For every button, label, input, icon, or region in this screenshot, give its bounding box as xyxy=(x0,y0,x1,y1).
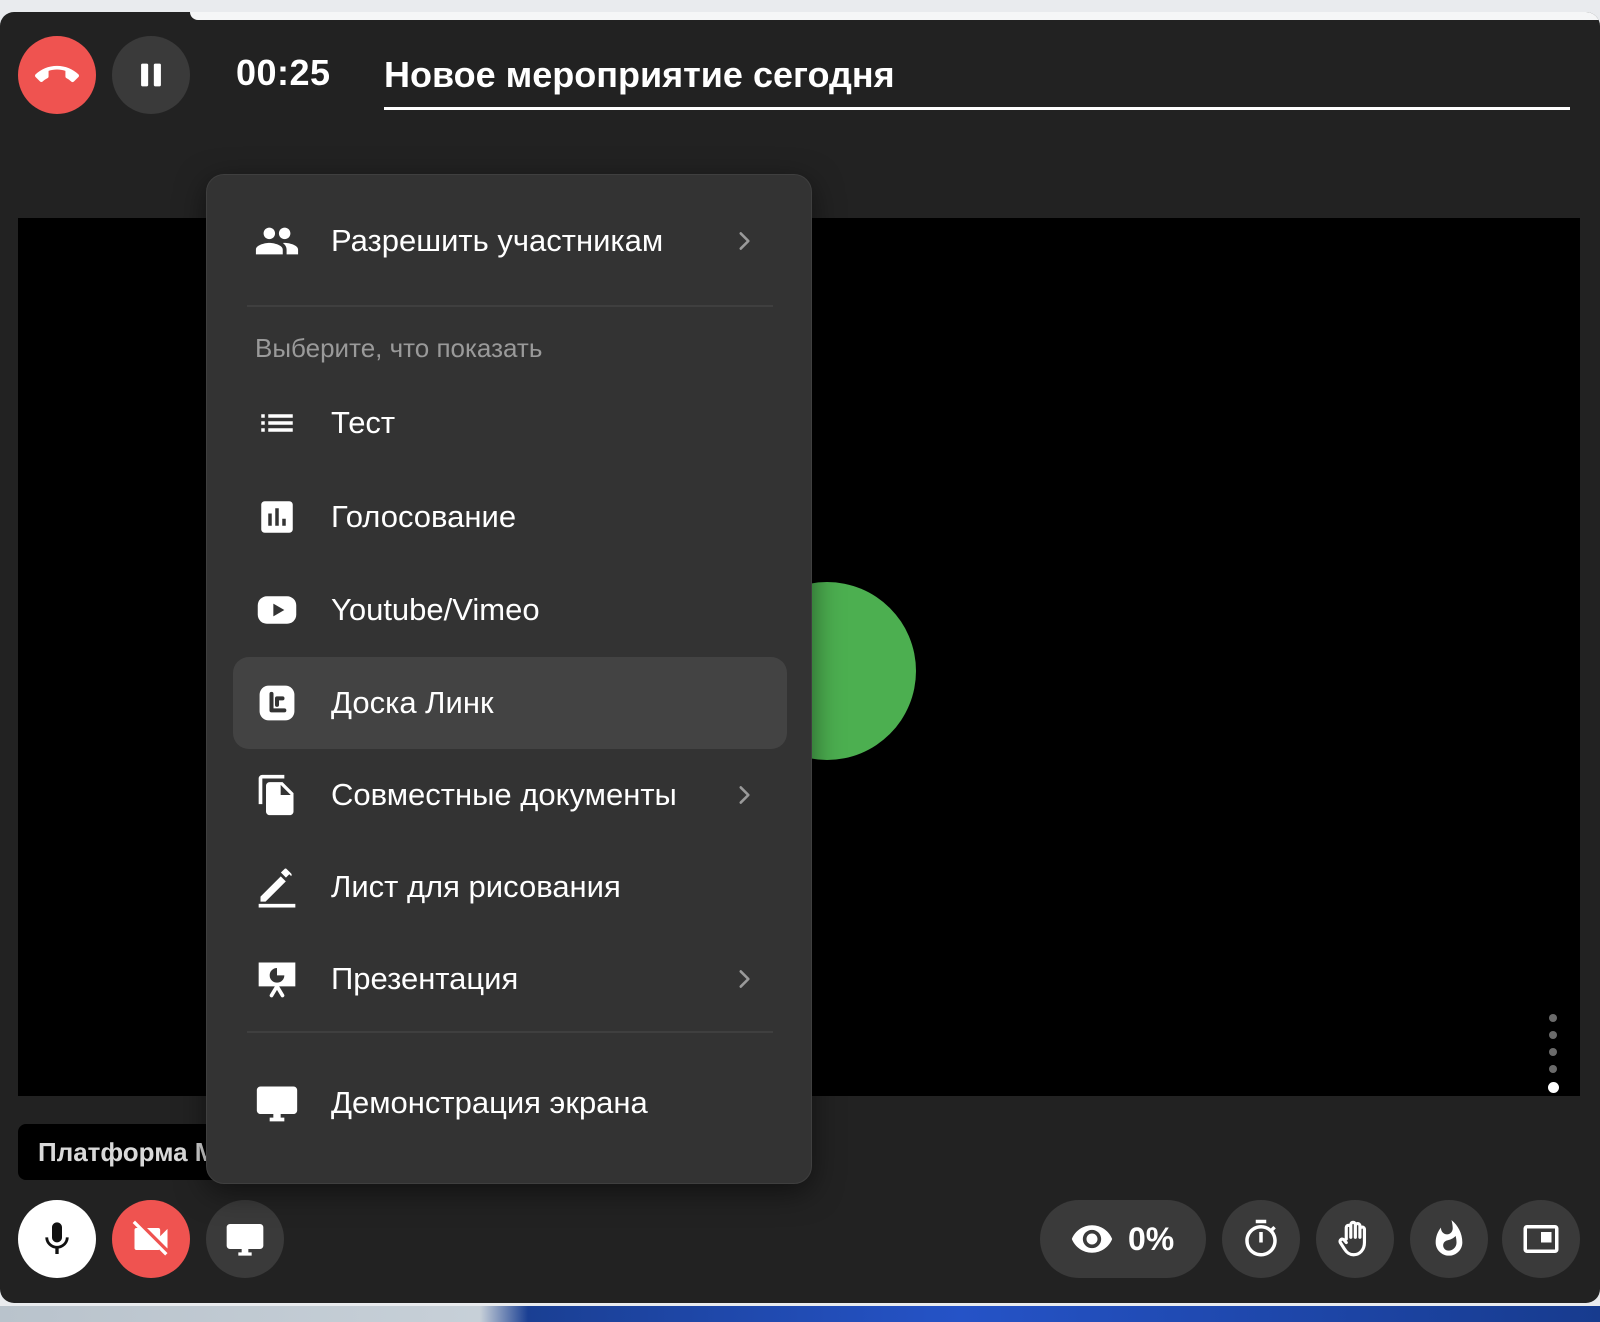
menu-section-caption: Выберите, что показать xyxy=(255,333,543,363)
people-icon xyxy=(253,217,301,265)
menu-item-label: Презентация xyxy=(331,961,519,996)
menu-item-presentation[interactable]: Презентация xyxy=(233,933,787,1025)
menu-divider xyxy=(247,305,773,307)
browser-edge xyxy=(190,12,1600,20)
menu-item-whiteboard[interactable]: Доска Линк xyxy=(233,657,787,749)
presentation-icon xyxy=(253,955,301,1003)
menu-item-youtube[interactable]: Youtube/Vimeo xyxy=(233,564,787,656)
share-content-menu: Разрешить участникам Выберите, что показ… xyxy=(206,174,812,1184)
viewers-percent: 0% xyxy=(1128,1220,1175,1257)
call-timer: 00:25 xyxy=(236,52,331,93)
timer-button[interactable] xyxy=(1222,1200,1300,1278)
raise-hand-button[interactable] xyxy=(1316,1200,1394,1278)
camera-off-icon xyxy=(132,1220,168,1256)
documents-icon xyxy=(253,771,301,819)
microphone-button[interactable] xyxy=(18,1200,96,1278)
pause-button[interactable] xyxy=(112,36,190,114)
menu-item-label: Доска Линк xyxy=(331,685,494,720)
menu-item-label: Тест xyxy=(331,405,396,440)
reactions-button[interactable] xyxy=(1410,1200,1488,1278)
monitor-icon xyxy=(253,1079,301,1127)
page-indicator[interactable] xyxy=(1547,1014,1559,1093)
phone-hangup-icon xyxy=(35,65,79,83)
event-title: Новое мероприятие сегодня xyxy=(384,54,895,95)
fire-icon xyxy=(1435,1220,1463,1256)
pencil-icon xyxy=(253,863,301,911)
menu-item-poll[interactable]: Голосование xyxy=(233,471,787,563)
menu-item-label: Демонстрация экрана xyxy=(331,1085,648,1120)
menu-item-label: Лист для рисования xyxy=(331,869,621,904)
menu-item-allow-participants[interactable]: Разрешить участникам xyxy=(233,195,787,287)
menu-item-label: Совместные документы xyxy=(331,777,677,812)
eye-icon xyxy=(1071,1225,1113,1253)
pause-icon xyxy=(141,63,161,87)
camera-button[interactable] xyxy=(112,1200,190,1278)
youtube-play-icon xyxy=(253,586,301,634)
list-icon xyxy=(253,399,301,447)
chevron-right-icon xyxy=(729,964,759,994)
monitor-icon xyxy=(226,1224,264,1256)
page-dot[interactable] xyxy=(1549,1048,1557,1056)
menu-divider xyxy=(247,1031,773,1033)
menu-item-shared-documents[interactable]: Совместные документы xyxy=(233,749,787,841)
menu-item-label: Youtube/Vimeo xyxy=(331,592,540,627)
page-dot[interactable] xyxy=(1549,1031,1557,1039)
viewers-indicator[interactable]: 0% xyxy=(1040,1200,1206,1278)
picture-in-picture-icon xyxy=(1523,1225,1559,1253)
menu-item-test[interactable]: Тест xyxy=(233,377,787,469)
microphone-icon xyxy=(45,1222,69,1254)
screen-share-button[interactable] xyxy=(206,1200,284,1278)
menu-item-label: Разрешить участникам xyxy=(331,223,664,258)
page-dot-active[interactable] xyxy=(1547,1082,1559,1093)
chevron-right-icon xyxy=(729,226,759,256)
desktop-background xyxy=(0,1306,1600,1322)
chevron-right-icon xyxy=(729,780,759,810)
stopwatch-icon xyxy=(1245,1219,1277,1257)
page-dot[interactable] xyxy=(1549,1014,1557,1022)
hand-icon xyxy=(1338,1220,1367,1257)
menu-item-label: Голосование xyxy=(331,499,517,534)
picture-in-picture-button[interactable] xyxy=(1502,1200,1580,1278)
whiteboard-icon xyxy=(253,679,301,727)
end-call-button[interactable] xyxy=(18,36,96,114)
event-title-field[interactable]: Новое мероприятие сегодня xyxy=(384,50,1570,110)
menu-item-screen-share[interactable]: Демонстрация экрана xyxy=(233,1057,787,1149)
menu-item-drawing-sheet[interactable]: Лист для рисования xyxy=(233,841,787,933)
poll-chart-icon xyxy=(253,493,301,541)
page-dot[interactable] xyxy=(1549,1065,1557,1073)
